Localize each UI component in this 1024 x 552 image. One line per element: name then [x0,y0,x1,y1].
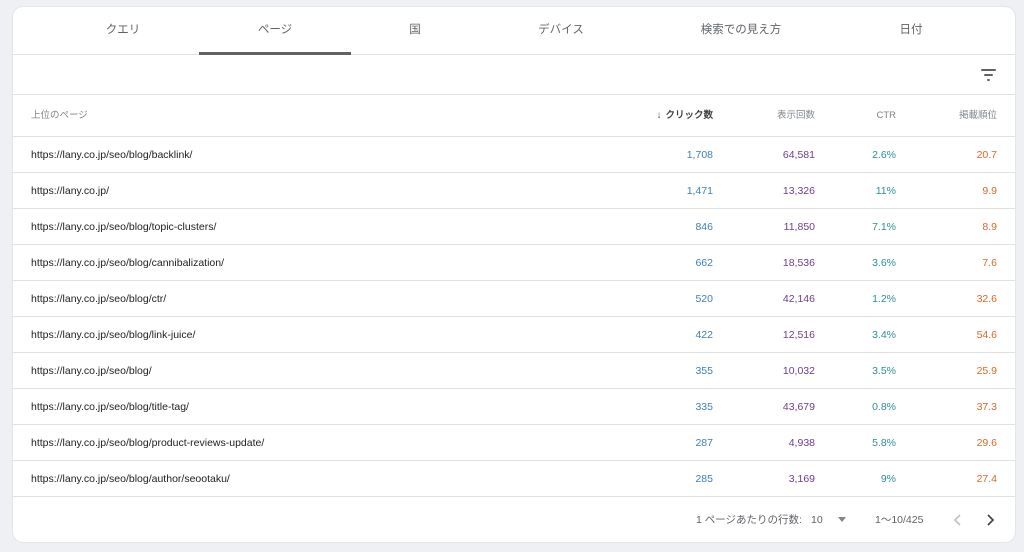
position-value: 37.3 [976,401,997,413]
page-url[interactable]: https://lany.co.jp/seo/blog/product-revi… [31,425,264,460]
impressions-value: 3,169 [788,473,815,485]
impressions-value: 11,850 [783,221,815,233]
clicks-value: 1,471 [686,185,713,197]
table-row[interactable]: https://lany.co.jp/seo/blog/ 355 10,032 … [13,353,1015,389]
ctr-value: 3.4% [872,329,896,341]
impressions-value: 12,516 [782,329,815,341]
ctr-value: 0.8% [872,401,896,413]
table-row[interactable]: https://lany.co.jp/ 1,471 13,326 11% 9.9 [13,173,1015,209]
ctr-value: 2.6% [872,149,896,161]
ctr-value: 3.6% [872,257,896,269]
tab-label: クエリ [105,24,141,36]
clicks-value: 335 [695,401,713,413]
position-value: 8.9 [982,221,997,233]
page-url[interactable]: https://lany.co.jp/seo/blog/link-juice/ [31,317,195,352]
impressions-value: 4,938 [788,437,815,449]
next-page-button[interactable] [981,511,999,529]
impressions-value: 43,679 [782,401,815,413]
sort-descending-icon: ↓ [656,110,662,121]
position-value: 25.9 [976,365,997,377]
tab-search-appearance[interactable]: 検索での見え方 [661,7,821,54]
ctr-value: 7.1% [872,221,896,233]
tab-label: 日付 [899,24,923,36]
clicks-value: 285 [695,473,713,485]
page-range: 1〜10/425 [875,514,924,526]
rows-per-page-value: 10 [811,514,823,526]
ctr-value: 3.5% [872,365,896,377]
column-header-impressions[interactable]: 表示回数 [777,95,815,136]
page-url[interactable]: https://lany.co.jp/ [31,173,109,208]
column-header-page: 上位のページ [31,110,88,121]
clicks-value: 355 [695,365,713,377]
ctr-value: 11% [875,185,896,197]
tab-queries[interactable]: クエリ [61,7,185,54]
impressions-value: 64,581 [782,149,815,161]
clicks-value: 1,708 [686,149,713,161]
filter-list-icon[interactable] [977,63,1001,87]
position-value: 27.4 [976,473,997,485]
column-header-clicks[interactable]: ↓ クリック数 [657,95,713,136]
table-row[interactable]: https://lany.co.jp/seo/blog/link-juice/ … [13,317,1015,353]
clicks-value: 287 [695,437,713,449]
table-row[interactable]: https://lany.co.jp/seo/blog/backlink/ 1,… [13,137,1015,173]
ctr-value: 5.8% [872,437,896,449]
previous-page-button[interactable] [949,511,967,529]
clicks-value: 846 [695,221,713,233]
page-url[interactable]: https://lany.co.jp/seo/blog/cannibalizat… [31,245,224,280]
table-row[interactable]: https://lany.co.jp/seo/blog/cannibalizat… [13,245,1015,281]
table-body: https://lany.co.jp/seo/blog/backlink/ 1,… [13,137,1015,497]
impressions-value: 42,146 [782,293,815,305]
rows-per-page-select[interactable]: 10 [811,500,851,540]
chevron-right-icon [987,514,995,526]
position-value: 54.6 [976,329,997,341]
dropdown-arrow-icon [838,517,846,522]
dimension-tabs: クエリ ページ 国 デバイス 検索での見え方 日付 [13,7,1015,55]
ctr-value: 9% [880,473,896,485]
table-header: 上位のページ ↓ クリック数 表示回数 CTR 掲載順位 [13,95,1015,137]
page-url[interactable]: https://lany.co.jp/seo/blog/author/seoot… [31,461,230,496]
table-row[interactable]: https://lany.co.jp/seo/blog/title-tag/ 3… [13,389,1015,425]
clicks-value: 662 [695,257,713,269]
ctr-value: 1.2% [872,293,896,305]
page-url[interactable]: https://lany.co.jp/seo/blog/title-tag/ [31,389,189,424]
column-header-ctr[interactable]: CTR [876,95,896,136]
table-row[interactable]: https://lany.co.jp/seo/blog/author/seoot… [13,461,1015,497]
position-value: 9.9 [982,185,997,197]
tab-label: ページ [257,24,293,36]
position-value: 29.6 [976,437,997,449]
page-url[interactable]: https://lany.co.jp/seo/blog/backlink/ [31,137,192,172]
impressions-value: 18,536 [782,257,815,269]
tab-label: デバイス [538,24,584,36]
impressions-value: 10,032 [782,365,815,377]
table-toolbar [13,55,1015,95]
impressions-value: 13,326 [782,185,815,197]
tab-label: 国 [409,24,421,36]
position-value: 32.6 [976,293,997,305]
table-row[interactable]: https://lany.co.jp/seo/blog/product-revi… [13,425,1015,461]
page-url[interactable]: https://lany.co.jp/seo/blog/topic-cluste… [31,209,216,244]
position-value: 7.6 [982,257,997,269]
clicks-value: 422 [695,329,713,341]
tab-devices[interactable]: デバイス [499,7,623,54]
rows-per-page-label: 1 ページあたりの行数: [696,514,802,526]
tab-countries[interactable]: 国 [353,7,477,54]
page-url[interactable]: https://lany.co.jp/seo/blog/ctr/ [31,281,166,316]
table-row[interactable]: https://lany.co.jp/seo/blog/ctr/ 520 42,… [13,281,1015,317]
tab-dates[interactable]: 日付 [849,7,973,54]
chevron-left-icon [953,514,961,526]
tab-label: 検索での見え方 [700,24,782,36]
tab-pages[interactable]: ページ [199,7,351,55]
pagination-bar: 1 ページあたりの行数: 10 1〜10/425 [13,500,1015,540]
page-url[interactable]: https://lany.co.jp/seo/blog/ [31,353,152,388]
performance-card: クエリ ページ 国 デバイス 検索での見え方 日付 上位のページ ↓ クリック数… [13,7,1015,542]
column-header-position[interactable]: 掲載順位 [959,95,997,136]
clicks-value: 520 [695,293,713,305]
position-value: 20.7 [976,149,997,161]
table-row[interactable]: https://lany.co.jp/seo/blog/topic-cluste… [13,209,1015,245]
